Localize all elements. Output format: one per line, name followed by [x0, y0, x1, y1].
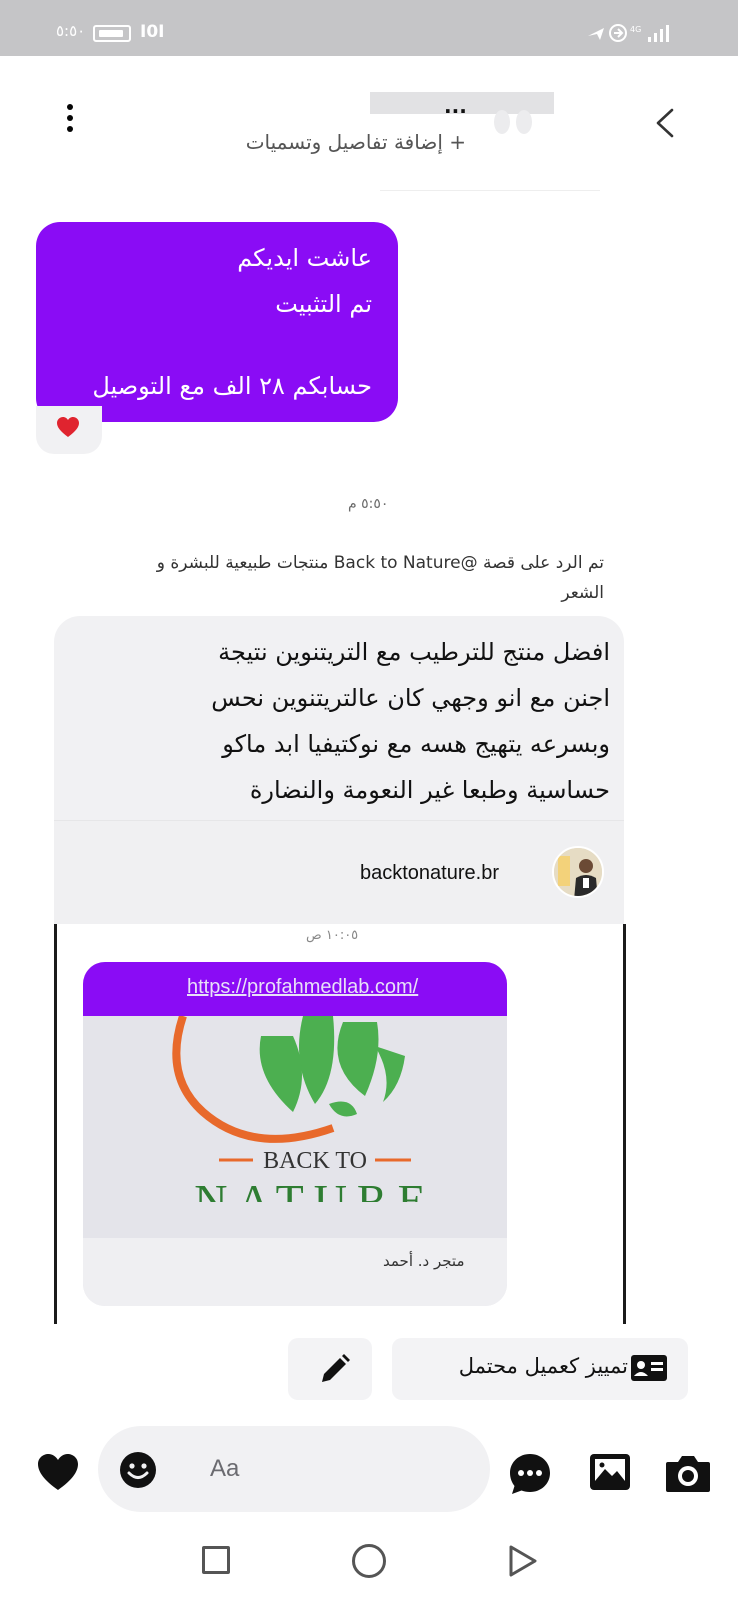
- back-to-nature-logo: BACK TO NATURE: [172, 1016, 435, 1202]
- system-back-button[interactable]: [506, 1544, 538, 1578]
- mark-customer-label: تمييز كعميل محتمل: [458, 1354, 628, 1378]
- shop-name: متجر د. أحمد: [383, 1252, 465, 1270]
- gallery-icon[interactable]: [588, 1452, 632, 1492]
- logo-line-1: BACK TO: [263, 1148, 367, 1174]
- back-chevron-icon[interactable]: [652, 106, 680, 140]
- contact-card-icon: [631, 1355, 667, 1381]
- emoji-icon[interactable]: [118, 1450, 158, 1490]
- home-button[interactable]: [352, 1544, 386, 1578]
- link-card[interactable]: https://profahmedlab.com/ BACK TO NATURE…: [83, 962, 507, 1306]
- battery-icon: [93, 25, 131, 42]
- logo-line-2: NATURE: [194, 1175, 435, 1202]
- header-title: ...: [444, 94, 467, 118]
- sent-message-line: عاشت ايديكم: [237, 244, 372, 272]
- camera-icon[interactable]: [664, 1452, 712, 1494]
- sim-indicator: I0I: [140, 22, 165, 42]
- add-details-link[interactable]: + إضافة تفاصيل وتسميات: [186, 130, 466, 154]
- signal-icon: 4G: [586, 22, 686, 48]
- received-message-line: حساسية وطبعا غير النعومة والنضارة: [249, 776, 610, 804]
- story-reply-label: تم الرد على قصة @Back to Nature منتجات ط…: [156, 553, 604, 603]
- chat-bubble-icon[interactable]: [508, 1452, 552, 1496]
- divider: [380, 190, 600, 191]
- heart-icon[interactable]: [36, 1452, 80, 1492]
- received-message-line: افضل منتج للترطيب مع التريتنوين نتيجة: [218, 638, 610, 666]
- story-header[interactable]: [54, 820, 624, 924]
- avatar-icon[interactable]: [484, 100, 544, 144]
- sent-message-line: حسابكم ٢٨ الف مع التوصيل: [92, 372, 372, 400]
- received-message-line: اجنن مع انو وجهي كان عالتريتنوين نحس: [211, 684, 610, 712]
- pencil-icon: [322, 1354, 350, 1382]
- story-account-name[interactable]: backtonature.br: [360, 862, 499, 885]
- sent-message-line: تم التثبيت: [275, 290, 372, 318]
- recent-apps-button[interactable]: [202, 1546, 230, 1574]
- story-timestamp: ١٠:٠٥ ص: [306, 928, 359, 943]
- story-avatar[interactable]: [552, 846, 604, 898]
- message-input[interactable]: [210, 1452, 470, 1486]
- status-time: ٥:٥٠: [56, 22, 86, 40]
- heart-reaction-icon: [57, 417, 79, 437]
- message-timestamp: ٥:٥٠ م: [348, 496, 389, 512]
- more-options-icon[interactable]: [60, 104, 80, 140]
- link-card-footer: [83, 1238, 507, 1306]
- received-message-line: وبسرعه يتهيج هسه مع نوكتيفيا ابد ماكو: [222, 730, 610, 758]
- story-link[interactable]: https://profahmedlab.com/: [187, 976, 418, 999]
- svg-text:4G: 4G: [630, 25, 641, 34]
